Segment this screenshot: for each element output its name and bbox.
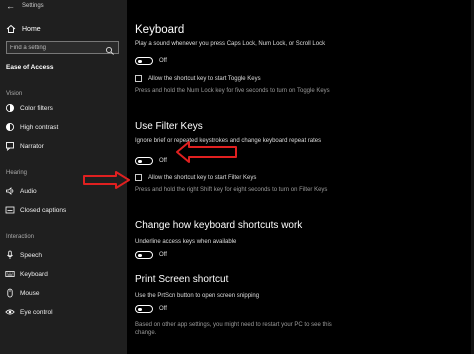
sidebar-item-high-contrast[interactable]: High contrast <box>5 122 58 132</box>
section-title: Ease of Access <box>6 64 54 71</box>
annotation-arrow-left-icon <box>176 141 237 163</box>
print-screen-heading: Print Screen shortcut <box>135 274 229 285</box>
title-bar: ← Settings <box>0 0 127 14</box>
contrast-icon <box>5 122 15 132</box>
toggle-knob <box>138 159 142 163</box>
filter-keys-shortcut-checkbox[interactable] <box>135 174 142 181</box>
print-screen-row: Off <box>135 305 167 313</box>
group-title-vision: Vision <box>6 91 23 97</box>
sidebar-item-mouse[interactable]: Mouse <box>5 288 40 298</box>
search-box[interactable] <box>6 41 119 55</box>
filter-keys-hint: Press and hold the right Shift key for e… <box>135 187 328 193</box>
sidebar-item-audio[interactable]: Audio <box>5 186 37 196</box>
checkbox-label: Allow the shortcut key to start Toggle K… <box>148 75 261 82</box>
search-icon[interactable] <box>105 43 115 55</box>
page-title: Keyboard <box>135 24 185 36</box>
home-nav-item[interactable]: Home <box>6 24 41 34</box>
captions-icon <box>5 205 15 215</box>
sidebar-item-speech[interactable]: Speech <box>5 250 42 260</box>
settings-window: ← Settings Home Ease of Access Vision Co… <box>0 0 474 354</box>
annotation-arrow-right-icon <box>83 171 130 189</box>
sidebar-item-keyboard[interactable]: Keyboard <box>5 269 48 279</box>
toggle-keys-switch[interactable] <box>135 57 153 65</box>
mouse-icon <box>5 288 15 298</box>
toggle-knob <box>138 59 142 63</box>
microphone-icon <box>5 250 15 260</box>
toggle-state-label: Off <box>159 252 167 258</box>
toggle-keys-description: Play a sound whenever you press Caps Loc… <box>135 41 326 47</box>
underline-keys-label: Underline access keys when available <box>135 239 237 245</box>
sidebar-item-label: Narrator <box>20 142 44 150</box>
eye-icon <box>5 307 15 317</box>
back-arrow-icon[interactable]: ← <box>6 1 15 11</box>
toggle-keys-hint: Press and hold the Num Lock key for five… <box>135 88 330 94</box>
toggle-knob <box>138 253 142 257</box>
toggle-state-label: Off <box>159 158 167 164</box>
home-label: Home <box>22 25 41 33</box>
underline-keys-row: Off <box>135 251 167 259</box>
sidebar-item-color-filters[interactable]: Color filters <box>5 103 53 113</box>
sidebar-item-label: Eye control <box>20 308 53 316</box>
filter-keys-switch[interactable] <box>135 157 153 165</box>
filter-keys-shortcut-row[interactable]: Allow the shortcut key to start Filter K… <box>135 174 256 181</box>
sidebar-item-label: High contrast <box>20 123 59 131</box>
sidebar-item-narrator[interactable]: Narrator <box>5 141 44 151</box>
toggle-state-label: Off <box>159 58 167 64</box>
toggle-state-label: Off <box>159 306 167 312</box>
print-screen-switch[interactable] <box>135 305 153 313</box>
underline-keys-switch[interactable] <box>135 251 153 259</box>
sidebar-item-eye-control[interactable]: Eye control <box>5 307 53 317</box>
toggle-keys-row: Off <box>135 57 167 65</box>
window-title: Settings <box>22 3 44 9</box>
keyboard-icon <box>5 269 15 279</box>
sidebar-item-label: Mouse <box>20 289 40 297</box>
color-filter-icon <box>5 103 15 113</box>
sidebar-item-label: Closed captions <box>20 206 67 214</box>
sidebar-item-label: Audio <box>20 187 37 195</box>
sidebar-item-label: Speech <box>20 251 43 259</box>
sidebar-item-closed-captions[interactable]: Closed captions <box>5 205 66 215</box>
sidebar-item-label: Color filters <box>20 104 53 112</box>
toggle-keys-shortcut-checkbox[interactable] <box>135 75 142 82</box>
filter-keys-heading: Use Filter Keys <box>135 121 203 132</box>
narrator-icon <box>5 141 15 151</box>
sidebar-item-label: Keyboard <box>20 270 48 278</box>
print-screen-note: Based on other app settings, you might n… <box>135 322 332 336</box>
toggle-knob <box>138 307 142 311</box>
toggle-keys-shortcut-row[interactable]: Allow the shortcut key to start Toggle K… <box>135 75 261 82</box>
group-title-interaction: Interaction <box>6 234 35 240</box>
checkbox-label: Allow the shortcut key to start Filter K… <box>148 174 257 181</box>
search-input[interactable] <box>10 43 105 53</box>
print-screen-label: Use the PrtScn button to open screen sni… <box>135 293 260 299</box>
filter-keys-row: Off <box>135 157 167 165</box>
main-content: Keyboard Play a sound whenever you press… <box>127 0 474 354</box>
speaker-icon <box>5 186 15 196</box>
shortcuts-heading: Change how keyboard shortcuts work <box>135 220 303 231</box>
home-icon <box>6 24 16 34</box>
group-title-hearing: Hearing <box>6 170 28 176</box>
